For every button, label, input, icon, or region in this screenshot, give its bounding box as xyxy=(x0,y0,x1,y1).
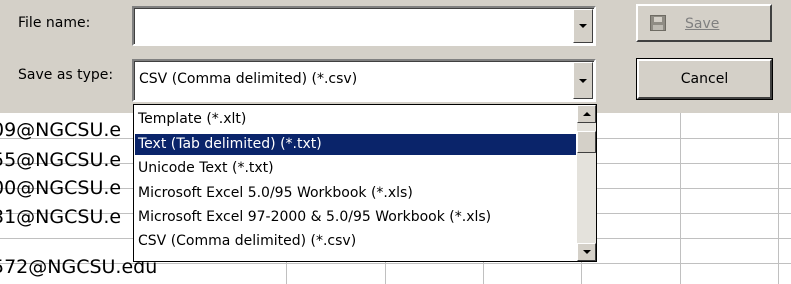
dropdown-option-selected[interactable]: Text (Tab delimited) (*.txt) xyxy=(135,134,576,155)
save-as-type-label: Save as type: xyxy=(18,67,114,83)
save-dialog: File name: Save as type: CSV (Comma deli… xyxy=(0,0,791,113)
scroll-up-button[interactable] xyxy=(577,105,596,123)
dropdown-option[interactable]: Template (*.xlt) xyxy=(135,109,576,130)
dropdown-option[interactable]: Microsoft Excel 97-2000 & 5.0/95 Workboo… xyxy=(135,207,576,228)
dropdown-option[interactable]: Unicode Text (*.txt) xyxy=(135,158,576,179)
scroll-down-button[interactable] xyxy=(577,243,596,261)
save-as-type-select[interactable]: CSV (Comma delimited) (*.csv) xyxy=(132,59,596,102)
chevron-down-icon xyxy=(579,78,587,83)
chevron-down-icon xyxy=(583,250,591,254)
file-name-label: File name: xyxy=(18,15,91,31)
file-name-dropdown-button[interactable] xyxy=(573,9,593,43)
chevron-down-icon xyxy=(579,24,587,28)
dropdown-option[interactable]: CSV (Comma delimited) (*.csv) xyxy=(135,231,576,252)
floppy-disk-icon xyxy=(650,15,666,31)
save-button-label: Save xyxy=(685,16,720,32)
sheet-cell[interactable]: 00@NGCSU.e xyxy=(0,176,121,201)
sheet-cell[interactable]: 31@NGCSU.e xyxy=(0,205,121,230)
file-name-field[interactable] xyxy=(132,6,596,46)
sheet-cell[interactable]: 09@NGCSU.e xyxy=(0,118,121,143)
cancel-button[interactable]: Cancel xyxy=(636,58,773,100)
save-as-type-dropdown-button[interactable] xyxy=(573,62,593,99)
chevron-up-icon xyxy=(583,112,591,116)
dropdown-scrollbar[interactable] xyxy=(577,105,596,261)
sheet-cell[interactable]: 55@NGCSU.e xyxy=(0,148,121,173)
save-as-type-value: CSV (Comma delimited) (*.csv) xyxy=(139,71,358,87)
cancel-button-label: Cancel xyxy=(680,71,729,87)
file-type-dropdown-list[interactable]: Template (*.xlt) Text (Tab delimited) (*… xyxy=(133,104,597,262)
scroll-thumb[interactable] xyxy=(577,131,596,153)
save-button[interactable]: Save xyxy=(636,4,772,42)
dropdown-option[interactable]: Microsoft Excel 5.0/95 Workbook (*.xls) xyxy=(135,183,576,204)
